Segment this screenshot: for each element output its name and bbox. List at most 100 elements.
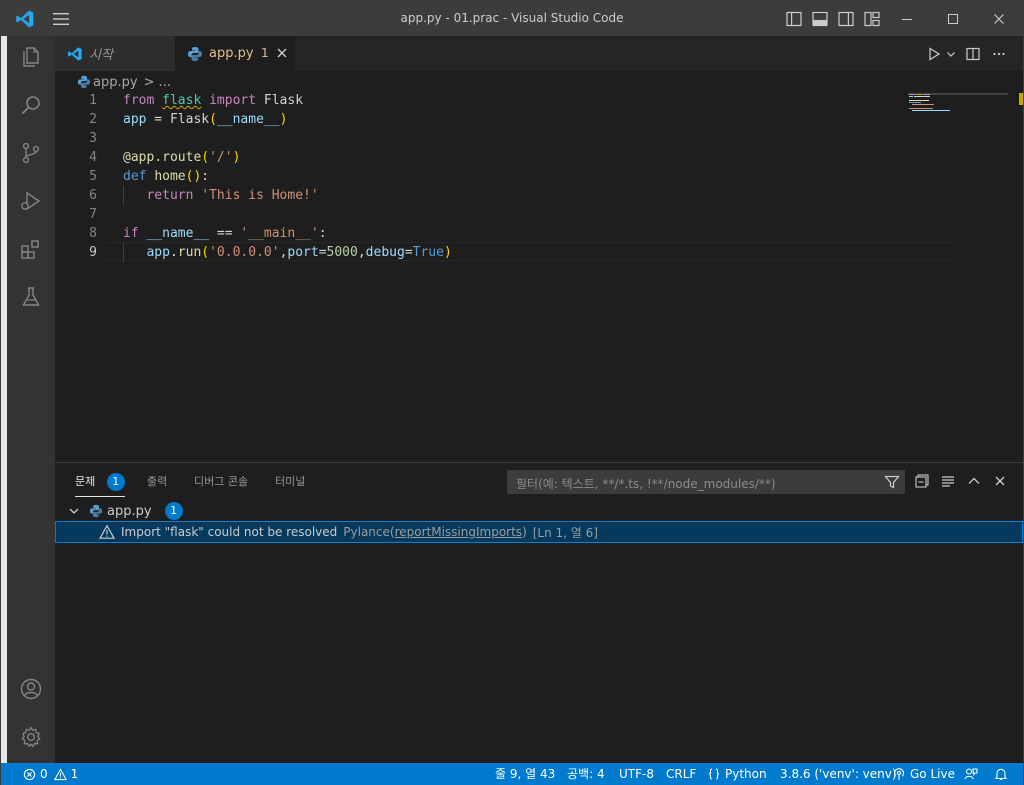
warning-icon xyxy=(99,524,115,539)
code-line-2: app = Flask(__name__) xyxy=(123,112,288,127)
ellipsis-icon xyxy=(993,52,1005,55)
feedback-icon[interactable] xyxy=(964,767,978,781)
breadcrumb-file[interactable]: app.py xyxy=(93,75,138,90)
broadcast-icon xyxy=(893,768,905,780)
problem-file-row[interactable]: app.py 1 xyxy=(55,500,1023,522)
bottom-panel: 문제 1 출력 디버그 콘솔 터미널 필터(예: 텍스트, **/*.ts, !… xyxy=(55,462,1023,763)
run-python-button[interactable] xyxy=(927,36,957,71)
tab-problems[interactable]: 문제 1 xyxy=(75,473,125,497)
go-live-label: Go Live xyxy=(910,767,955,781)
tab-output[interactable]: 출력 xyxy=(147,473,167,491)
tab-label: app.py xyxy=(209,46,254,61)
line-number-current: 9 xyxy=(89,245,97,260)
code-line-6: return 'This is Home!' xyxy=(146,188,319,203)
problem-item[interactable]: Import "flask" could not be resolved Pyl… xyxy=(55,521,1023,543)
error-count: 0 xyxy=(40,767,48,781)
warning-icon xyxy=(53,767,67,780)
close-tab-icon[interactable] xyxy=(275,46,289,60)
tab-terminal[interactable]: 터미널 xyxy=(275,473,305,491)
editor-tabs-bar: 시작 app.py 1 xyxy=(55,36,1023,71)
breadcrumb-more[interactable]: ... xyxy=(158,75,170,90)
encoding-status[interactable]: UTF-8 xyxy=(619,763,654,785)
hamburger-menu-icon[interactable] xyxy=(51,10,71,28)
problems-filter-input[interactable]: 필터(예: 텍스트, **/*.ts, !**/node_modules/**) xyxy=(507,470,905,494)
error-icon xyxy=(23,768,36,780)
chevron-down-icon xyxy=(69,508,79,514)
problem-rule-link[interactable]: reportMissingImports xyxy=(395,525,522,539)
more-actions-button[interactable] xyxy=(992,36,1006,71)
line-number: 1 xyxy=(89,93,97,108)
tab-debug-console[interactable]: 디버그 콘솔 xyxy=(194,473,248,491)
code-line-5: def home(): xyxy=(123,169,210,184)
toggle-panel-icon[interactable] xyxy=(811,10,829,28)
testing-flask-icon[interactable] xyxy=(19,285,43,309)
code-editor[interactable]: 1 2 3 4 5 6 7 8 9 from flask import Flas… xyxy=(55,93,1023,461)
line-number: 2 xyxy=(89,112,97,127)
warning-count: 1 xyxy=(70,767,79,781)
split-editor-icon xyxy=(966,47,980,60)
extensions-icon[interactable] xyxy=(19,237,43,261)
problem-source: Pylance(reportMissingImports) xyxy=(343,525,527,539)
unresolved-import-squiggle: flask xyxy=(162,93,202,108)
code-line-1: from flask import Flask xyxy=(123,93,304,108)
vscode-logo-icon xyxy=(68,46,82,61)
language-label: Python xyxy=(725,767,767,781)
problem-file-name: app.py xyxy=(107,503,152,519)
code-line-4: @app.route('/') xyxy=(123,150,241,165)
notifications-bell-icon[interactable] xyxy=(994,767,1008,781)
collapse-all-icon[interactable] xyxy=(914,473,930,489)
problem-file-count-badge: 1 xyxy=(164,502,183,520)
maximize-button[interactable] xyxy=(930,1,976,36)
tab-label: 시작 xyxy=(89,48,113,63)
tab-welcome[interactable]: 시작 xyxy=(55,36,175,71)
play-icon xyxy=(929,46,941,61)
filter-icon[interactable] xyxy=(884,474,900,490)
vscode-logo-icon xyxy=(16,10,34,28)
indentation-status[interactable]: 공백: 4 xyxy=(567,763,605,785)
close-window-button[interactable] xyxy=(976,1,1022,36)
close-panel-icon[interactable] xyxy=(992,473,1008,489)
problems-status[interactable]: 0 1 xyxy=(23,763,78,785)
line-number: 3 xyxy=(89,131,97,146)
search-icon[interactable] xyxy=(19,93,43,117)
customize-layout-icon[interactable] xyxy=(863,10,881,28)
python-icon xyxy=(77,75,91,89)
filter-placeholder: 필터(예: 텍스트, **/*.ts, !**/node_modules/**) xyxy=(516,477,776,491)
minimap[interactable] xyxy=(908,93,1008,153)
view-as-list-icon[interactable] xyxy=(940,473,956,489)
settings-gear-icon[interactable] xyxy=(19,725,43,749)
cursor-position[interactable]: 줄 9, 열 43 xyxy=(495,763,555,785)
minimize-icon xyxy=(902,18,912,20)
minimize-button[interactable] xyxy=(884,1,930,36)
activity-bar xyxy=(7,36,55,763)
line-number: 8 xyxy=(89,226,97,241)
close-icon xyxy=(994,13,1004,24)
maximize-icon xyxy=(948,13,958,24)
python-icon xyxy=(188,46,202,61)
split-editor-button[interactable] xyxy=(966,36,980,71)
breadcrumb-separator: > xyxy=(143,74,155,90)
line-number: 7 xyxy=(89,207,97,222)
tab-problem-count: 1 xyxy=(261,46,269,60)
toggle-primary-sidebar-icon[interactable] xyxy=(785,10,803,28)
run-and-debug-icon[interactable] xyxy=(19,189,43,213)
maximize-panel-icon[interactable] xyxy=(966,473,982,489)
language-mode[interactable]: Python xyxy=(707,763,767,785)
chevron-down-icon xyxy=(947,51,955,57)
go-live-button[interactable]: Go Live xyxy=(892,763,955,785)
python-icon xyxy=(89,504,103,518)
braces-icon xyxy=(708,768,720,780)
python-interpreter[interactable]: 3.8.6 ('venv': venv) xyxy=(780,763,897,785)
panel-tabs: 문제 1 출력 디버그 콘솔 터미널 필터(예: 텍스트, **/*.ts, !… xyxy=(55,463,1023,499)
tab-app-py[interactable]: app.py 1 xyxy=(175,36,295,71)
accounts-icon[interactable] xyxy=(19,677,43,701)
explorer-icon[interactable] xyxy=(19,45,43,69)
source-control-icon[interactable] xyxy=(19,141,43,165)
code-line-8: if __name__ == '__main__': xyxy=(123,226,327,241)
toggle-secondary-sidebar-icon[interactable] xyxy=(837,10,855,28)
eol-status[interactable]: CRLF xyxy=(666,763,696,785)
problem-location: [Ln 1, 열 6] xyxy=(532,525,598,540)
problem-message: Import "flask" could not be resolved xyxy=(121,525,338,539)
code-line-9: app.run('0.0.0.0',port=5000,debug=True) xyxy=(146,245,452,260)
scrollbar-warning-marker xyxy=(1019,93,1023,105)
